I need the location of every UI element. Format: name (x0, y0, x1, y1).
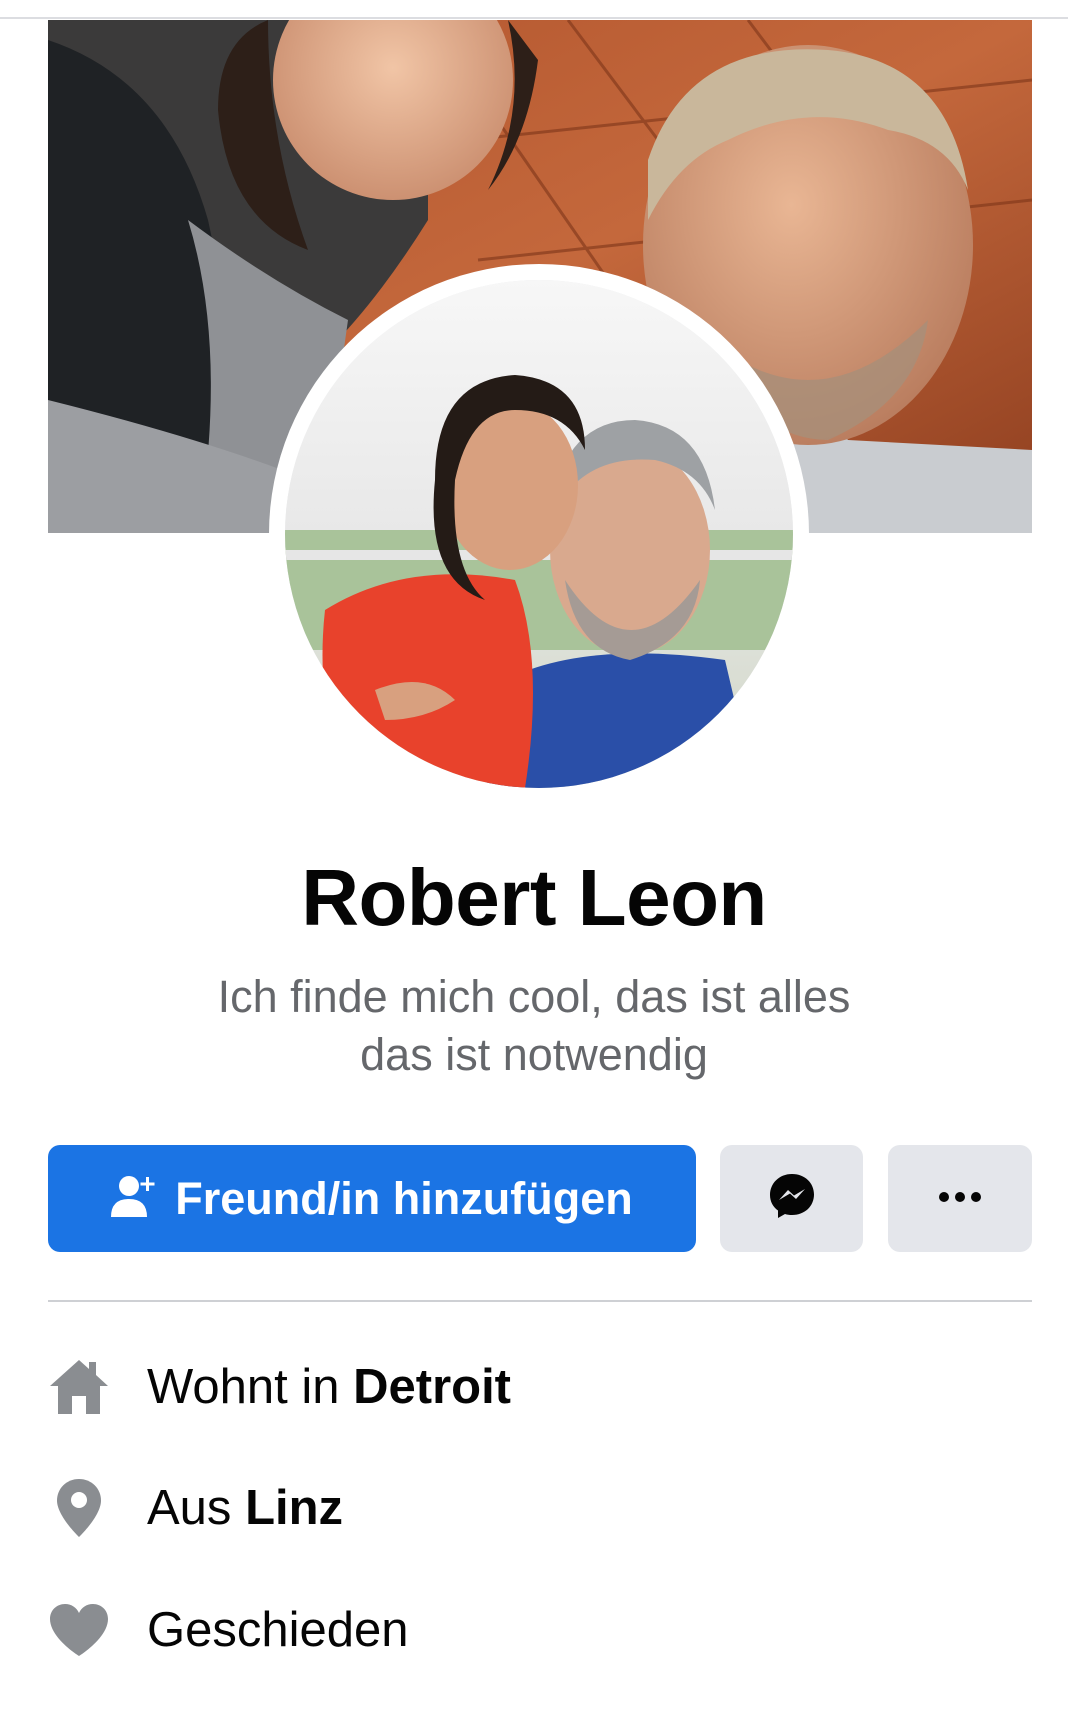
more-icon (938, 1190, 982, 1208)
add-friend-icon (111, 1173, 157, 1224)
profile-picture-image (285, 280, 793, 788)
heart-icon (48, 1599, 110, 1661)
messenger-icon (767, 1171, 817, 1226)
profile-bio: Ich finde mich cool, das ist alles das i… (150, 968, 918, 1084)
more-options-button[interactable] (888, 1145, 1032, 1252)
intro-item-lives-in: Wohnt in Detroit (48, 1352, 1032, 1422)
intro-item-from: Aus Linz (48, 1473, 1032, 1543)
intro-text: Wohnt in Detroit (147, 1359, 511, 1415)
add-friend-label: Freund/in hinzufügen (175, 1172, 633, 1224)
location-pin-icon (48, 1477, 110, 1539)
intro-text: Geschieden (147, 1602, 409, 1658)
section-divider (48, 1300, 1032, 1302)
intro-value[interactable]: Linz (245, 1481, 343, 1535)
bio-line: Ich finde mich cool, das ist alles (217, 971, 851, 1022)
intro-text: Aus Linz (147, 1480, 343, 1536)
intro-prefix: Aus (147, 1481, 246, 1535)
intro-prefix: Geschieden (147, 1603, 409, 1657)
top-separator (0, 0, 1068, 19)
message-button[interactable] (720, 1145, 863, 1252)
intro-item-relationship: Geschieden (48, 1595, 1032, 1665)
intro-prefix: Wohnt in (147, 1360, 354, 1414)
profile-picture[interactable] (285, 280, 793, 788)
profile-name: Robert Leon (301, 853, 767, 942)
add-friend-button[interactable]: Freund/in hinzufügen (48, 1145, 696, 1252)
intro-value[interactable]: Detroit (353, 1360, 511, 1414)
bio-line: das ist notwendig (360, 1029, 708, 1080)
home-icon (48, 1356, 110, 1418)
